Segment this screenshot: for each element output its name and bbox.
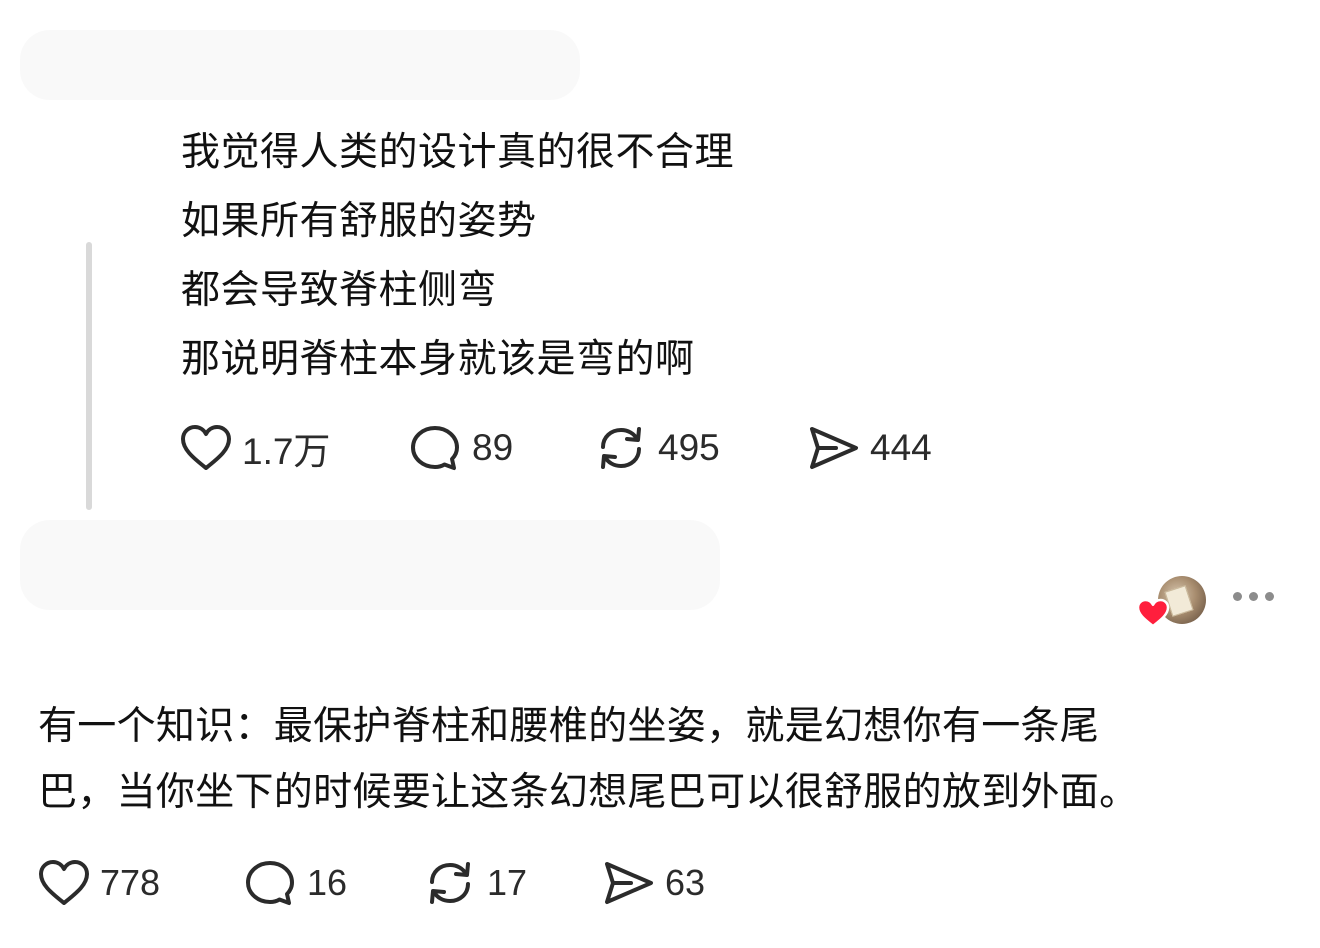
post-1-line: 如果所有舒服的姿势 [181, 199, 537, 244]
share-count: 63 [665, 862, 706, 903]
liker-avatar-group[interactable] [1136, 576, 1208, 632]
share-button[interactable]: 63 [601, 858, 705, 908]
share-count: 444 [870, 427, 932, 468]
heart-outline-icon [38, 859, 90, 907]
post-1-body: 我觉得人类的设计真的很不合理 如果所有舒服的姿势 都会导致脊柱侧弯 那说明脊柱本… [181, 118, 734, 394]
dot [1233, 592, 1242, 601]
post-1-line: 都会导致脊柱侧弯 [181, 268, 498, 313]
like-count: 778 [100, 862, 161, 903]
like-button[interactable]: 778 [38, 858, 160, 908]
comment-count: 16 [307, 862, 348, 903]
post-2-header [0, 560, 1320, 640]
like-count: 1.7万 [242, 431, 331, 472]
speech-bubble-icon [408, 423, 462, 473]
repost-arrows-icon [423, 858, 477, 908]
like-button[interactable]: 1.7万 [180, 422, 330, 474]
post-1-line: 那说明脊柱本身就该是弯的啊 [181, 337, 695, 382]
share-button[interactable]: 444 [806, 422, 932, 474]
post-2-body: 有一个知识：最保护脊柱和腰椎的坐姿，就是幻想你有一条尾 巴，当你坐下的时候要让这… [38, 694, 1288, 826]
comment-button[interactable]: 89 [408, 422, 513, 474]
comment-count: 89 [472, 427, 514, 468]
comment-button[interactable]: 16 [243, 858, 347, 908]
repost-count: 495 [658, 427, 720, 468]
red-heart-icon [1136, 598, 1170, 632]
paper-plane-icon [601, 858, 655, 908]
paper-plane-icon [806, 423, 860, 473]
repost-arrows-icon [594, 423, 648, 473]
dot [1265, 592, 1274, 601]
repost-button[interactable]: 17 [423, 858, 527, 908]
dot [1249, 592, 1258, 601]
repost-button[interactable]: 495 [594, 422, 720, 474]
post-2-line: 有一个知识：最保护脊柱和腰椎的坐姿，就是幻想你有一条尾 [38, 704, 1100, 749]
more-dots-icon[interactable] [1233, 592, 1274, 601]
post-2-line: 巴，当你坐下的时候要让这条幻想尾巴可以很舒服的放到外面。 [38, 770, 1139, 815]
post-1-line: 我觉得人类的设计真的很不合理 [181, 130, 735, 175]
post-1: 我觉得人类的设计真的很不合理 如果所有舒服的姿势 都会导致脊柱侧弯 那说明脊柱本… [0, 0, 1320, 540]
speech-bubble-icon [243, 858, 297, 908]
heart-outline-icon [180, 424, 232, 472]
repost-count: 17 [487, 862, 528, 903]
thread-line [86, 242, 92, 510]
